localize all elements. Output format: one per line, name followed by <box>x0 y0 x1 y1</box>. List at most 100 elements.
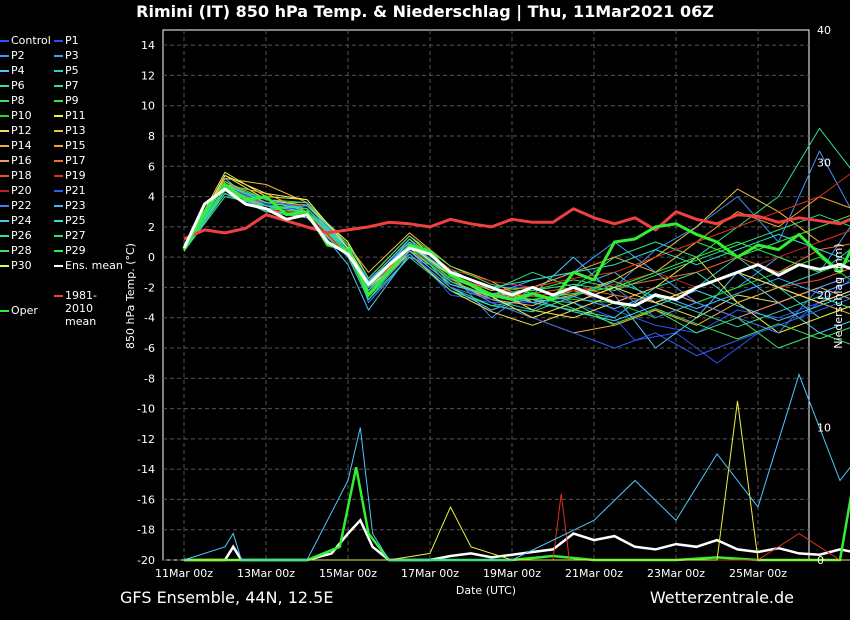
legend-item: P26 <box>0 229 32 242</box>
legend-item: Ens. mean <box>54 259 123 272</box>
legend-item: P22 <box>0 199 32 212</box>
y-tick-label: -8 <box>144 372 155 385</box>
legend-swatch <box>54 265 63 267</box>
legend-item: P6 <box>0 79 25 92</box>
y-tick-label: 8 <box>148 130 155 143</box>
x-tick-label: 21Mar 00z <box>565 567 623 580</box>
legend-swatch <box>54 115 63 117</box>
legend-label: P10 <box>11 109 32 122</box>
legend-swatch <box>54 40 63 42</box>
y2-tick-label: 0 <box>817 554 824 567</box>
y-tick-label: -18 <box>137 524 155 537</box>
legend-swatch <box>54 70 63 72</box>
legend-label: P1 <box>65 34 79 47</box>
legend-swatch <box>54 160 63 162</box>
legend-swatch <box>0 235 9 237</box>
y-tick-label: 0 <box>148 251 155 264</box>
legend-label: P25 <box>65 214 86 227</box>
legend-item: P17 <box>54 154 86 167</box>
legend-label: P21 <box>65 184 86 197</box>
legend-label: P8 <box>11 94 25 107</box>
legend-swatch <box>54 55 63 57</box>
legend-item: P12 <box>0 124 32 137</box>
y-tick-label: 14 <box>141 39 155 52</box>
legend-item: P15 <box>54 139 86 152</box>
x-tick-label: 23Mar 00z <box>647 567 705 580</box>
legend-label: P6 <box>11 79 25 92</box>
y-tick-label: -16 <box>137 493 155 506</box>
y-tick-label: -10 <box>137 403 155 416</box>
legend-swatch <box>54 295 63 297</box>
legend-label: P30 <box>11 259 32 272</box>
legend-swatch <box>54 100 63 102</box>
legend-swatch <box>54 85 63 87</box>
legend-label: P15 <box>65 139 86 152</box>
legend-item: P21 <box>54 184 86 197</box>
legend-label: P2 <box>11 49 25 62</box>
legend-swatch <box>0 40 9 42</box>
legend-swatch <box>0 85 9 87</box>
x-tick-label: 19Mar 00z <box>483 567 541 580</box>
y2-axis-label: Niederschlag (mm) <box>832 243 845 348</box>
legend-label: P28 <box>11 244 32 257</box>
legend-item: P30 <box>0 259 32 272</box>
legend-item: P4 <box>0 64 25 77</box>
y-tick-label: 12 <box>141 69 155 82</box>
legend-label: 1981-2010 mean <box>65 289 97 328</box>
legend-item: P28 <box>0 244 32 257</box>
legend-item: 1981-2010 mean <box>54 289 121 328</box>
legend-item: P11 <box>54 109 86 122</box>
legend-item: P29 <box>54 244 86 257</box>
legend-swatch <box>0 70 9 72</box>
legend-label: P13 <box>65 124 86 137</box>
legend-item: P20 <box>0 184 32 197</box>
legend-item: P10 <box>0 109 32 122</box>
legend-label: P17 <box>65 154 86 167</box>
y-tick-label: -20 <box>137 554 155 567</box>
x-tick-label: 15Mar 00z <box>319 567 377 580</box>
y-tick-label: -6 <box>144 342 155 355</box>
legend-swatch <box>54 175 63 177</box>
legend-swatch <box>0 100 9 102</box>
legend-swatch <box>0 220 9 222</box>
legend-swatch <box>54 190 63 192</box>
legend-item: Oper <box>0 304 38 317</box>
legend-label: P3 <box>65 49 79 62</box>
y2-axis-ticks: 0 10 20 30 40 <box>817 24 831 567</box>
legend-label: P23 <box>65 199 86 212</box>
legend-item: P8 <box>0 94 25 107</box>
legend-item: P25 <box>54 214 86 227</box>
legend-item: P7 <box>54 79 79 92</box>
legend-item: P27 <box>54 229 86 242</box>
x-axis-ticks: 11Mar 00z 13Mar 00z 15Mar 00z 17Mar 00z 19Ma… <box>155 567 787 580</box>
y-tick-label: 6 <box>148 160 155 173</box>
chart-title: Rimini (IT) 850 hPa Temp. & Niederschlag… <box>136 2 714 21</box>
legend: Control P1 P2 P3 P4 P5 P6 P7 P8 P9 P10 P11 P12 P13 P14… <box>0 34 130 328</box>
legend-swatch <box>54 220 63 222</box>
legend-label: P12 <box>11 124 32 137</box>
legend-swatch <box>0 310 9 312</box>
legend-label: P18 <box>11 169 32 182</box>
y-tick-label: -14 <box>137 463 155 476</box>
y-axis-ticks: -20-18-16-14-12-10-8-6-4-202468101214 <box>137 39 155 567</box>
legend-label: Control <box>11 34 51 47</box>
y-tick-label: 2 <box>148 221 155 234</box>
legend-swatch <box>54 130 63 132</box>
legend-swatch <box>0 190 9 192</box>
x-tick-label: 17Mar 00z <box>401 567 459 580</box>
legend-swatch <box>0 115 9 117</box>
footer-model-info: GFS Ensemble, 44N, 12.5E <box>120 588 334 607</box>
legend-label: P26 <box>11 229 32 242</box>
legend-swatch <box>0 250 9 252</box>
legend-item: P5 <box>54 64 79 77</box>
x-tick-label: 13Mar 00z <box>237 567 295 580</box>
legend-swatch <box>0 175 9 177</box>
legend-label: P14 <box>11 139 32 152</box>
legend-label: P20 <box>11 184 32 197</box>
legend-item: P3 <box>54 49 79 62</box>
y-tick-label: -4 <box>144 312 155 325</box>
legend-item: P14 <box>0 139 32 152</box>
legend-label: Ens. mean <box>65 259 123 272</box>
legend-label: P4 <box>11 64 25 77</box>
legend-item: P24 <box>0 214 32 227</box>
